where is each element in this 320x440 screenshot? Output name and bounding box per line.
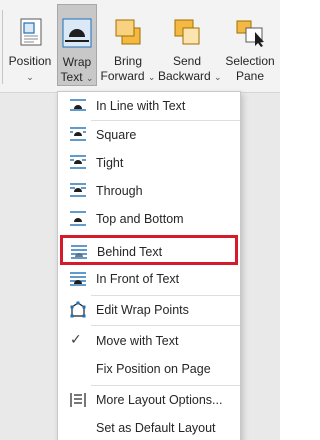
square-wrap-icon <box>70 127 86 141</box>
bring-forward-icon <box>115 19 141 45</box>
menu-item-set-as-default-layout[interactable]: Set as Default Layout <box>58 415 240 440</box>
menu-separator <box>91 120 240 121</box>
menu-item-tight[interactable]: Tight <box>58 150 240 176</box>
selection-pane-button[interactable]: Selection Pane <box>222 4 278 86</box>
bring-forward-label: Bring Forward ⌄ <box>100 54 156 83</box>
menu-item-label: Tight <box>96 156 124 170</box>
menu-item-label: More Layout Options... <box>96 393 223 407</box>
menu-item-label: In Front of Text <box>96 272 180 286</box>
menu-item-label: In Line with Text <box>96 99 186 113</box>
wrap-text-label: Wrap Text ⌄ <box>60 55 94 84</box>
chevron-down-icon: ⌄ <box>85 73 94 83</box>
selection-pane-label: Selection Pane <box>225 54 275 83</box>
wrap-text-icon <box>62 18 92 48</box>
menu-item-fix-position-on-page[interactable]: Fix Position on Page <box>58 356 240 382</box>
menu-item-in-line-with-text[interactable]: In Line with Text <box>58 93 240 119</box>
menu-item-label: Fix Position on Page <box>96 362 211 376</box>
menu-item-move-with-text[interactable]: ✓ Move with Text <box>58 328 240 354</box>
inline-with-text-icon <box>70 99 86 111</box>
edit-wrap-points-icon <box>70 301 86 318</box>
menu-item-label: Square <box>96 128 137 142</box>
in-front-of-text-icon <box>70 272 86 286</box>
menu-separator <box>91 325 240 326</box>
send-backward-label: Send Backward ⌄ <box>158 54 222 83</box>
menu-item-top-and-bottom[interactable]: Top and Bottom <box>58 206 240 232</box>
position-icon <box>20 18 42 46</box>
menu-item-label: Edit Wrap Points <box>96 303 189 317</box>
top-bottom-wrap-icon <box>70 211 86 226</box>
chevron-down-icon: ⌄ <box>214 72 222 82</box>
ribbon-arrange-group: Position ⌄ Wrap Text ⌄ Bring Forward ⌄ S… <box>0 0 280 93</box>
wrap-text-button[interactable]: Wrap Text ⌄ <box>57 4 97 86</box>
menu-item-label: Behind Text <box>97 245 163 259</box>
menu-item-label: Through <box>96 184 143 198</box>
menu-item-label: Set as Default Layout <box>96 421 216 435</box>
menu-item-more-layout-options[interactable]: More Layout Options... <box>58 387 240 413</box>
checkmark-icon: ✓ <box>70 331 82 347</box>
menu-item-square[interactable]: Square <box>58 122 240 148</box>
menu-item-edit-wrap-points[interactable]: Edit Wrap Points <box>58 297 240 323</box>
layout-options-icon <box>70 393 86 407</box>
menu-separator <box>91 385 240 386</box>
menu-item-label: Move with Text <box>96 334 179 348</box>
position-label: Position ⌄ <box>8 54 52 82</box>
bring-forward-button[interactable]: Bring Forward ⌄ <box>100 4 156 86</box>
menu-item-in-front-of-text[interactable]: In Front of Text <box>58 266 240 292</box>
send-backward-button[interactable]: Send Backward ⌄ <box>158 4 222 86</box>
word-layout-window: Position ⌄ Wrap Text ⌄ Bring Forward ⌄ S… <box>0 0 280 440</box>
send-backward-icon <box>174 19 200 45</box>
behind-text-icon <box>71 245 87 259</box>
menu-item-behind-text[interactable]: Behind Text <box>60 235 238 265</box>
selection-pane-icon <box>236 20 264 47</box>
chevron-down-icon: ⌄ <box>147 72 156 82</box>
through-wrap-icon <box>70 183 86 197</box>
menu-item-label: Top and Bottom <box>96 212 184 226</box>
ribbon-separator <box>2 10 3 84</box>
menu-separator <box>91 295 240 296</box>
wrap-text-menu: In Line with Text Square Tight Through T… <box>57 91 241 440</box>
chevron-down-icon: ⌄ <box>26 72 34 82</box>
tight-wrap-icon <box>70 155 86 169</box>
position-button[interactable]: Position ⌄ <box>6 4 54 86</box>
menu-item-through[interactable]: Through <box>58 178 240 204</box>
